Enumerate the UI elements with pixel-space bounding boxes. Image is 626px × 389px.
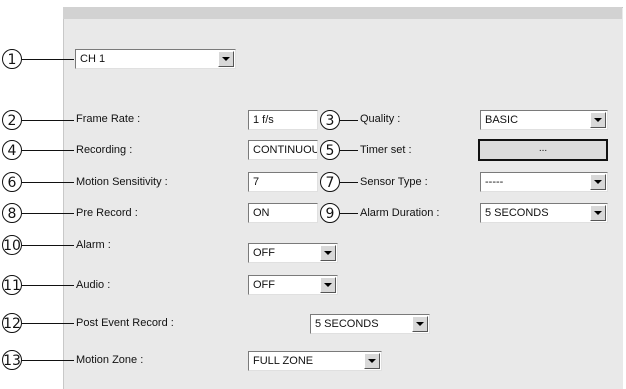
leader-line-4 [22,150,74,151]
channel-select[interactable]: CH 1 [75,49,236,69]
chevron-down-icon[interactable] [218,51,234,67]
timer-set-button[interactable]: ... [478,139,608,161]
sensor-type-select[interactable]: ----- [480,172,608,192]
motion-zone-label: Motion Zone : [76,354,144,366]
chevron-down-icon[interactable] [590,112,606,128]
leader-line-11 [22,285,74,286]
alarm-select[interactable]: OFF [248,243,338,263]
chevron-down-icon[interactable] [364,353,380,369]
leader-line-1 [22,59,74,60]
chevron-down-icon[interactable] [320,277,336,293]
alarm-duration-select-value: 5 SECONDS [485,207,549,219]
quality-select[interactable]: BASIC [480,110,608,130]
frame-rate-label: Frame Rate : [76,113,141,125]
timer-set-label: Timer set : [360,144,412,156]
audio-label: Audio : [76,279,111,291]
leader-line-3 [340,120,358,121]
pre-record-field[interactable]: ON [248,203,318,223]
callout-13: 13 [2,350,22,370]
leader-line-5 [340,150,358,151]
post-event-record-select[interactable]: 5 SECONDS [310,314,430,334]
quality-select-value: BASIC [485,114,519,126]
callout-7: 7 [320,172,340,192]
post-event-record-label: Post Event Record : [76,317,174,329]
callout-8: 8 [2,203,22,223]
leader-line-8 [22,213,74,214]
quality-label: Quality : [360,113,401,125]
callout-3: 3 [320,110,340,130]
audio-select-value: OFF [253,279,275,291]
motion-zone-select[interactable]: FULL ZONE [248,351,382,371]
motion-sensitivity-field[interactable]: 7 [248,172,318,192]
callout-4: 4 [2,140,22,160]
leader-line-9 [340,213,358,214]
channel-select-value: CH 1 [80,53,106,65]
leader-line-2 [22,120,74,121]
chevron-down-icon[interactable] [590,205,606,221]
motion-sensitivity-label: Motion Sensitivity : [76,176,168,188]
chevron-down-icon[interactable] [590,174,606,190]
leader-line-10 [22,245,74,246]
chevron-down-icon[interactable] [320,245,336,261]
callout-1: 1 [2,49,22,69]
pre-record-label: Pre Record : [76,207,138,219]
chevron-down-icon[interactable] [412,316,428,332]
callout-6: 6 [2,172,22,192]
alarm-label: Alarm : [76,239,111,251]
callout-11: 11 [2,275,22,295]
recording-field[interactable]: CONTINUOUS [248,140,318,160]
alarm-select-value: OFF [253,247,275,259]
recording-label: Recording : [76,144,133,156]
frame-rate-field[interactable]: 1 f/s [248,110,318,130]
leader-line-13 [22,360,74,361]
motion-zone-select-value: FULL ZONE [253,355,314,367]
callout-2: 2 [2,110,22,130]
callout-5: 5 [320,140,340,160]
alarm-duration-select[interactable]: 5 SECONDS [480,203,608,223]
leader-line-7 [340,182,358,183]
callout-12: 12 [2,313,22,333]
audio-select[interactable]: OFF [248,275,338,295]
callout-9: 9 [320,203,340,223]
leader-line-12 [22,323,74,324]
panel-header-bar [63,7,622,19]
leader-line-6 [22,182,74,183]
post-event-record-select-value: 5 SECONDS [315,318,379,330]
callout-10: 10 [2,235,22,255]
sensor-type-label: Sensor Type : [360,176,428,188]
alarm-duration-label: Alarm Duration : [360,207,440,219]
sensor-type-select-value: ----- [485,176,504,188]
